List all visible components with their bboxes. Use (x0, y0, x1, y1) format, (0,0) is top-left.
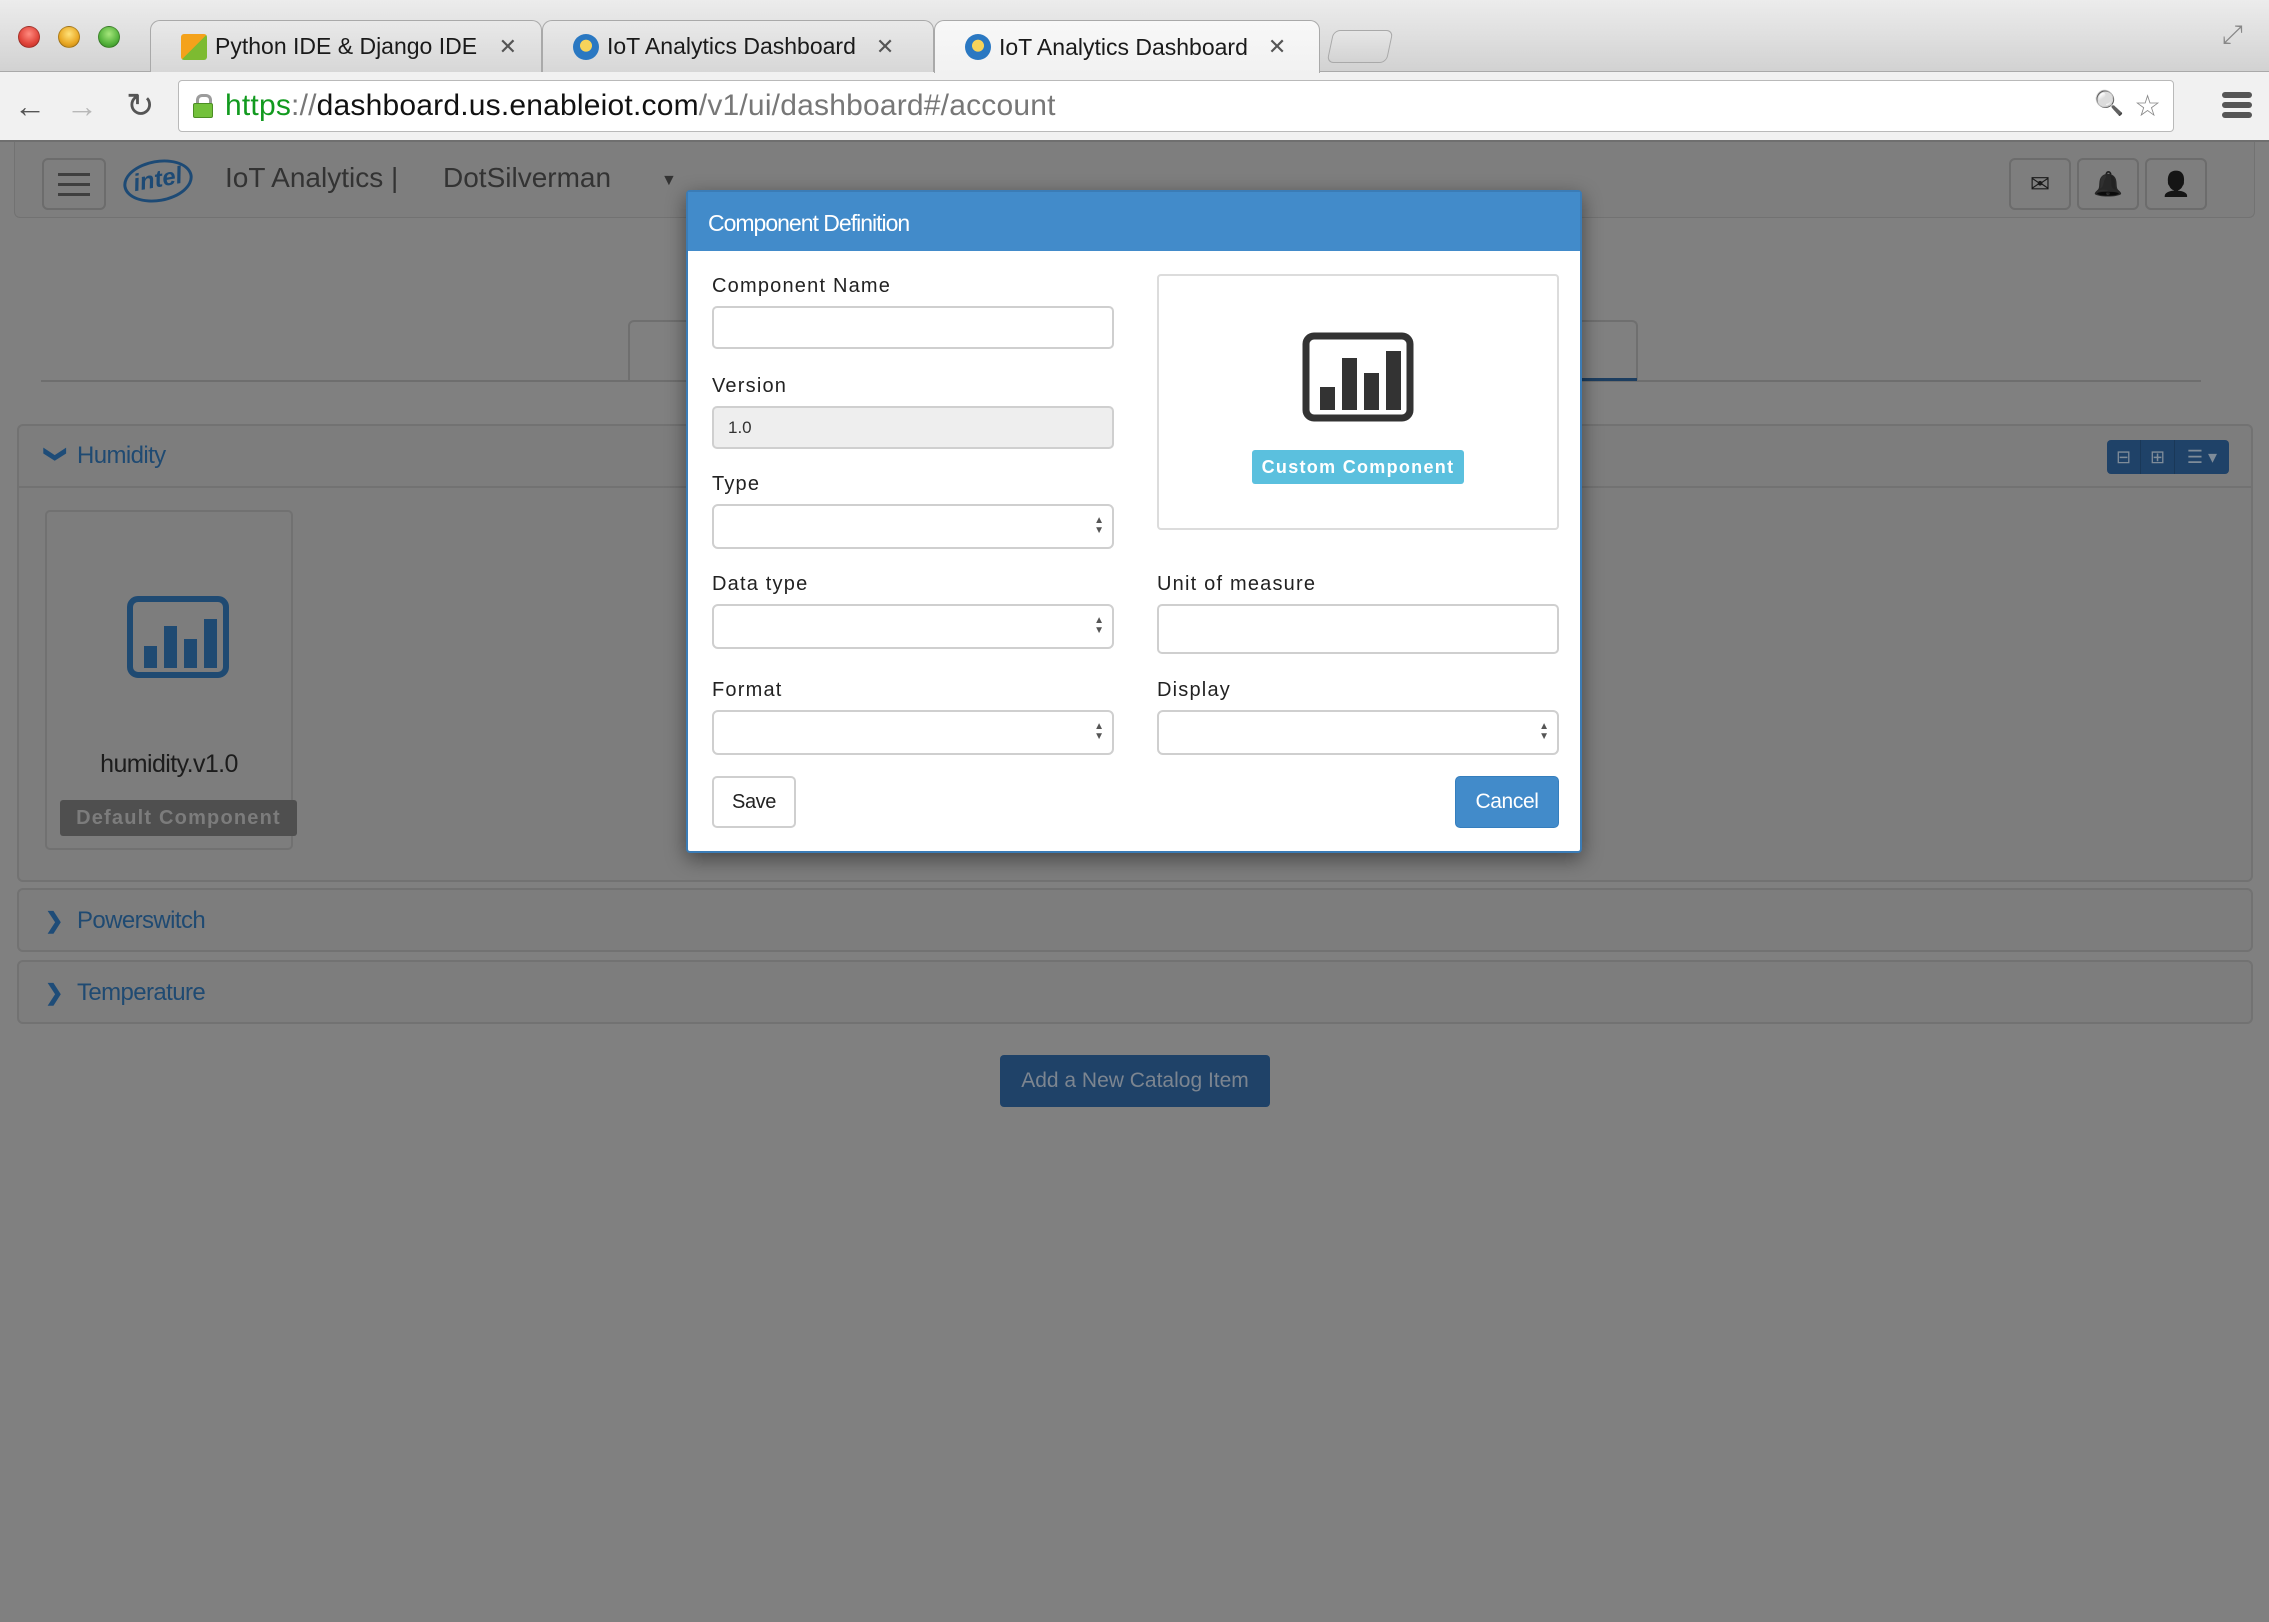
envelope-icon: ✉ (2029, 170, 2051, 198)
chevron-right-icon: ❯ (45, 980, 64, 1005)
panel-title: Humidity (77, 442, 166, 469)
tab-active-indicator (1580, 378, 1637, 381)
new-tab-button[interactable] (1326, 30, 1394, 63)
format-select[interactable]: ▲ ▼ (712, 710, 1114, 755)
close-icon[interactable]: ✕ (1268, 34, 1286, 60)
address-bar[interactable]: https://dashboard.us.enableiot.com/v1/ui… (178, 80, 2174, 132)
modal-title: Component Definition (688, 192, 1580, 251)
component-name-label: Component Name (712, 275, 892, 297)
sidebar-toggle-button[interactable] (42, 158, 106, 210)
panel-header[interactable]: ❯ Temperature (19, 962, 2251, 1024)
caret-down-icon[interactable]: ▼ (661, 172, 677, 190)
browser-menu-icon[interactable] (2222, 92, 2252, 122)
panel-toolbar: ⊟ ⊞ ☰ ▾ (2107, 440, 2229, 474)
iot-icon (573, 33, 599, 60)
bookmark-star-icon[interactable]: ☆ (2134, 89, 2161, 124)
chevron-down-icon: ❯ (44, 445, 69, 464)
notifications-button[interactable]: 🔔 (2077, 158, 2139, 210)
tab-title: IoT Analytics Dashboard (999, 33, 1248, 60)
bar-chart-icon (127, 596, 229, 678)
forward-icon[interactable]: → (66, 88, 98, 124)
component-name-input[interactable] (712, 306, 1114, 349)
tab-title: Python IDE & Django IDE fo (215, 33, 479, 59)
messages-button[interactable]: ✉ (2009, 158, 2071, 210)
display-select[interactable]: ▲ ▼ (1157, 710, 1559, 755)
iot-icon (965, 34, 991, 60)
catalog-panel-temperature: ❯ Temperature (17, 960, 2253, 1024)
version-label: Version (712, 375, 788, 397)
data-type-select[interactable]: ▲ ▼ (712, 604, 1114, 649)
close-icon[interactable]: ✕ (499, 34, 517, 60)
window-zoom-button[interactable] (98, 26, 120, 48)
close-icon[interactable]: ✕ (876, 34, 894, 60)
brand-title: IoT Analytics | (225, 162, 399, 193)
lock-icon (193, 94, 213, 118)
pycharm-icon (181, 33, 207, 60)
component-card[interactable]: humidity.v1.0 Default Component (45, 510, 297, 850)
component-preview: Custom Component (1157, 274, 1559, 530)
intel-logo: intel (119, 154, 197, 208)
select-arrows-icon: ▲ ▼ (1539, 721, 1549, 742)
url-scheme: https (225, 89, 292, 122)
url-host: dashboard.us.enableiot.com (316, 89, 699, 122)
tab-title: IoT Analytics Dashboard (607, 33, 856, 59)
version-input[interactable]: 1.0 (712, 406, 1114, 449)
collapse-all-icon[interactable]: ⊟ (2107, 440, 2141, 474)
back-icon[interactable]: ← (14, 88, 46, 124)
browser-tab-iot-2[interactable]: IoT Analytics Dashboard ✕ (934, 20, 1320, 73)
account-selector[interactable]: DotSilverman (443, 162, 611, 194)
unit-of-measure-input[interactable] (1157, 604, 1559, 654)
zoom-icon[interactable]: 🔍 (2094, 89, 2124, 124)
catalog-panel-powerswitch: ❯ Powerswitch (17, 888, 2253, 952)
custom-component-badge: Custom Component (1252, 450, 1464, 484)
window-close-button[interactable] (18, 26, 40, 48)
browser-toolbar: ← → ↻ https://dashboard.us.enableiot.com… (0, 72, 2269, 142)
list-view-dropdown-icon[interactable]: ☰ ▾ (2175, 440, 2229, 474)
url-path: /v1/ui/dashboard#/account (698, 89, 1056, 122)
select-arrows-icon: ▲ ▼ (1094, 515, 1104, 536)
url-separator: :// (291, 89, 317, 122)
unit-of-measure-label: Unit of measure (1157, 573, 1317, 595)
user-menu-button[interactable]: 👤 (2145, 158, 2207, 210)
component-definition-modal: Component Definition Component Name Vers… (686, 190, 1582, 853)
bar-chart-icon (1302, 332, 1414, 422)
display-label: Display (1157, 679, 1231, 701)
reload-icon[interactable]: ↻ (126, 88, 155, 124)
browser-tab-iot-1[interactable]: IoT Analytics Dashboard ✕ (542, 20, 934, 72)
format-label: Format (712, 679, 783, 701)
browser-tab-pycharm[interactable]: Python IDE & Django IDE fo ✕ (150, 20, 542, 72)
bell-icon: 🔔 (2093, 170, 2123, 198)
expand-all-icon[interactable]: ⊞ (2141, 440, 2175, 474)
data-type-label: Data type (712, 573, 809, 595)
component-name: humidity.v1.0 (100, 750, 238, 778)
panel-title: Powerswitch (77, 907, 206, 934)
browser-tab-bar: Python IDE & Django IDE fo ✕ IoT Analyti… (0, 0, 2269, 73)
panel-header[interactable]: ❯ Powerswitch (19, 890, 2251, 952)
select-arrows-icon: ▲ ▼ (1094, 615, 1104, 636)
type-select[interactable]: ▲ ▼ (712, 504, 1114, 549)
type-label: Type (712, 473, 761, 495)
url-text: https://dashboard.us.enableiot.com/v1/ui… (225, 89, 1056, 123)
save-button[interactable]: Save (712, 776, 796, 828)
cancel-button[interactable]: Cancel (1455, 776, 1559, 828)
fullscreen-icon[interactable]: ⤢ (2222, 20, 2250, 48)
window-minimize-button[interactable] (58, 26, 80, 48)
select-arrows-icon: ▲ ▼ (1094, 721, 1104, 742)
user-icon: 👤 (2161, 170, 2191, 198)
default-component-badge: Default Component (60, 800, 297, 836)
chevron-right-icon: ❯ (45, 908, 64, 933)
panel-title: Temperature (77, 979, 206, 1006)
add-catalog-item-button[interactable]: Add a New Catalog Item (1000, 1055, 1270, 1107)
